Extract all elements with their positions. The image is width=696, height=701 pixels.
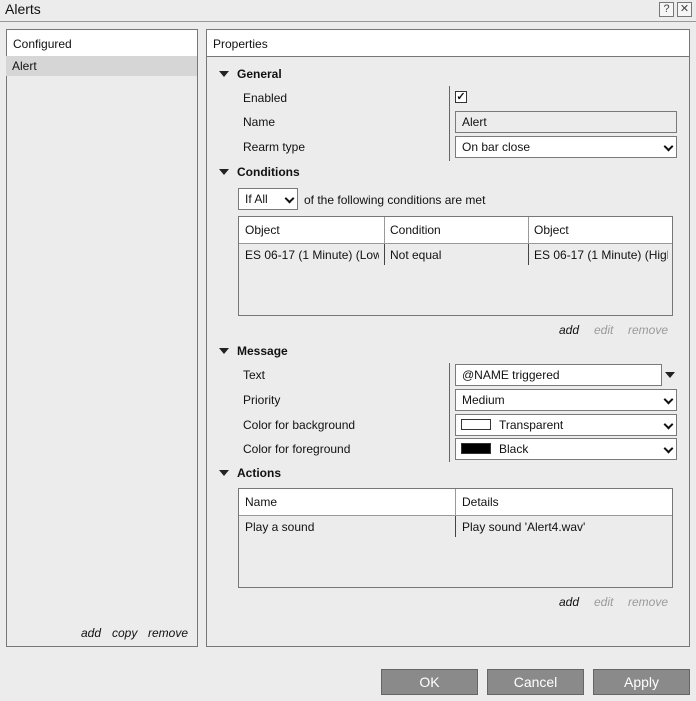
bg-color-value: Transparent bbox=[499, 418, 564, 432]
collapse-message-icon[interactable] bbox=[219, 348, 229, 354]
configured-header: Configured bbox=[7, 30, 197, 57]
fg-color-swatch bbox=[461, 443, 491, 454]
rearm-value: On bar close bbox=[462, 140, 531, 154]
actions-table: Name Details Play a sound Play sound 'Al… bbox=[238, 488, 673, 588]
condition-cell-object-2: ES 06-17 (1 Minute) (High) bbox=[534, 248, 668, 262]
section-actions-title: Actions bbox=[237, 466, 282, 480]
apply-button[interactable]: Apply bbox=[593, 669, 690, 695]
message-divider bbox=[449, 363, 450, 462]
conditions-col-divider bbox=[528, 217, 529, 244]
row-divider bbox=[455, 516, 456, 537]
condition-cell-object: ES 06-17 (1 Minute) (Low) bbox=[245, 248, 379, 262]
help-button[interactable]: ? bbox=[659, 2, 674, 17]
fg-color-value: Black bbox=[499, 442, 529, 456]
rearm-label: Rearm type bbox=[243, 140, 306, 154]
bg-color-label: Color for background bbox=[243, 418, 356, 432]
action-cell-details: Play sound 'Alert4.wav' bbox=[462, 520, 586, 534]
general-divider bbox=[449, 86, 450, 161]
configured-add-link[interactable]: add bbox=[81, 626, 101, 640]
conditions-col-condition[interactable]: Condition bbox=[390, 223, 441, 237]
name-input[interactable]: Alert bbox=[455, 111, 677, 133]
conditions-col-divider bbox=[384, 217, 385, 244]
priority-label: Priority bbox=[243, 393, 281, 407]
priority-select[interactable]: Medium bbox=[455, 389, 677, 411]
message-text-input[interactable]: @NAME triggered bbox=[455, 364, 662, 386]
row-divider bbox=[384, 244, 385, 265]
configured-item-alert[interactable]: Alert bbox=[6, 56, 197, 76]
condition-mode-select[interactable]: If All bbox=[238, 188, 298, 210]
bg-color-swatch bbox=[461, 419, 491, 430]
fg-color-label: Color for foreground bbox=[243, 442, 351, 456]
actions-remove-link[interactable]: remove bbox=[628, 595, 668, 609]
action-cell-name: Play a sound bbox=[245, 520, 315, 534]
section-general-title: General bbox=[237, 67, 282, 81]
conditions-add-link[interactable]: add bbox=[559, 323, 579, 337]
actions-col-details[interactable]: Details bbox=[462, 495, 499, 509]
text-dropdown-arrow-icon[interactable] bbox=[665, 372, 675, 378]
conditions-col-object-2[interactable]: Object bbox=[534, 223, 569, 237]
condition-mode-suffix: of the following conditions are met bbox=[304, 193, 486, 207]
ok-button[interactable]: OK bbox=[381, 669, 478, 695]
configured-panel: Configured bbox=[6, 29, 198, 647]
conditions-table: Object Condition Object ES 06-17 (1 Minu… bbox=[238, 216, 673, 316]
configured-remove-link[interactable]: remove bbox=[148, 626, 188, 640]
condition-mode-value: If All bbox=[245, 192, 268, 206]
row-divider bbox=[528, 244, 529, 265]
actions-edit-link[interactable]: edit bbox=[594, 595, 613, 609]
collapse-general-icon[interactable] bbox=[219, 71, 229, 77]
chevron-down-icon bbox=[663, 443, 674, 454]
chevron-down-icon bbox=[663, 419, 674, 430]
conditions-col-object[interactable]: Object bbox=[245, 223, 280, 237]
cancel-button[interactable]: Cancel bbox=[487, 669, 584, 695]
enabled-label: Enabled bbox=[243, 91, 288, 105]
name-label: Name bbox=[243, 115, 276, 129]
configured-copy-link[interactable]: copy bbox=[112, 626, 137, 640]
actions-add-link[interactable]: add bbox=[559, 595, 579, 609]
conditions-remove-link[interactable]: remove bbox=[628, 323, 668, 337]
properties-header: Properties bbox=[207, 30, 689, 57]
priority-value: Medium bbox=[462, 393, 505, 407]
close-button[interactable]: ✕ bbox=[677, 2, 692, 17]
condition-cell-condition: Not equal bbox=[390, 248, 442, 262]
actions-col-divider bbox=[455, 489, 456, 516]
collapse-actions-icon[interactable] bbox=[219, 470, 229, 476]
title-divider bbox=[0, 21, 696, 22]
chevron-down-icon bbox=[284, 193, 295, 204]
window-title: Alerts bbox=[5, 1, 41, 17]
section-message-title: Message bbox=[237, 344, 288, 358]
enabled-checkbox[interactable]: ✓ bbox=[455, 91, 467, 103]
actions-col-name[interactable]: Name bbox=[245, 495, 277, 509]
chevron-down-icon bbox=[663, 141, 674, 152]
conditions-table-header: Object Condition Object bbox=[239, 217, 672, 244]
chevron-down-icon bbox=[663, 394, 674, 405]
collapse-conditions-icon[interactable] bbox=[219, 169, 229, 175]
actions-table-header: Name Details bbox=[239, 489, 672, 516]
fg-color-select[interactable]: Black bbox=[455, 438, 677, 460]
rearm-select[interactable]: On bar close bbox=[455, 136, 677, 158]
bg-color-select[interactable]: Transparent bbox=[455, 414, 677, 436]
message-text-label: Text bbox=[243, 368, 266, 382]
section-conditions-title: Conditions bbox=[237, 165, 300, 179]
conditions-edit-link[interactable]: edit bbox=[594, 323, 613, 337]
